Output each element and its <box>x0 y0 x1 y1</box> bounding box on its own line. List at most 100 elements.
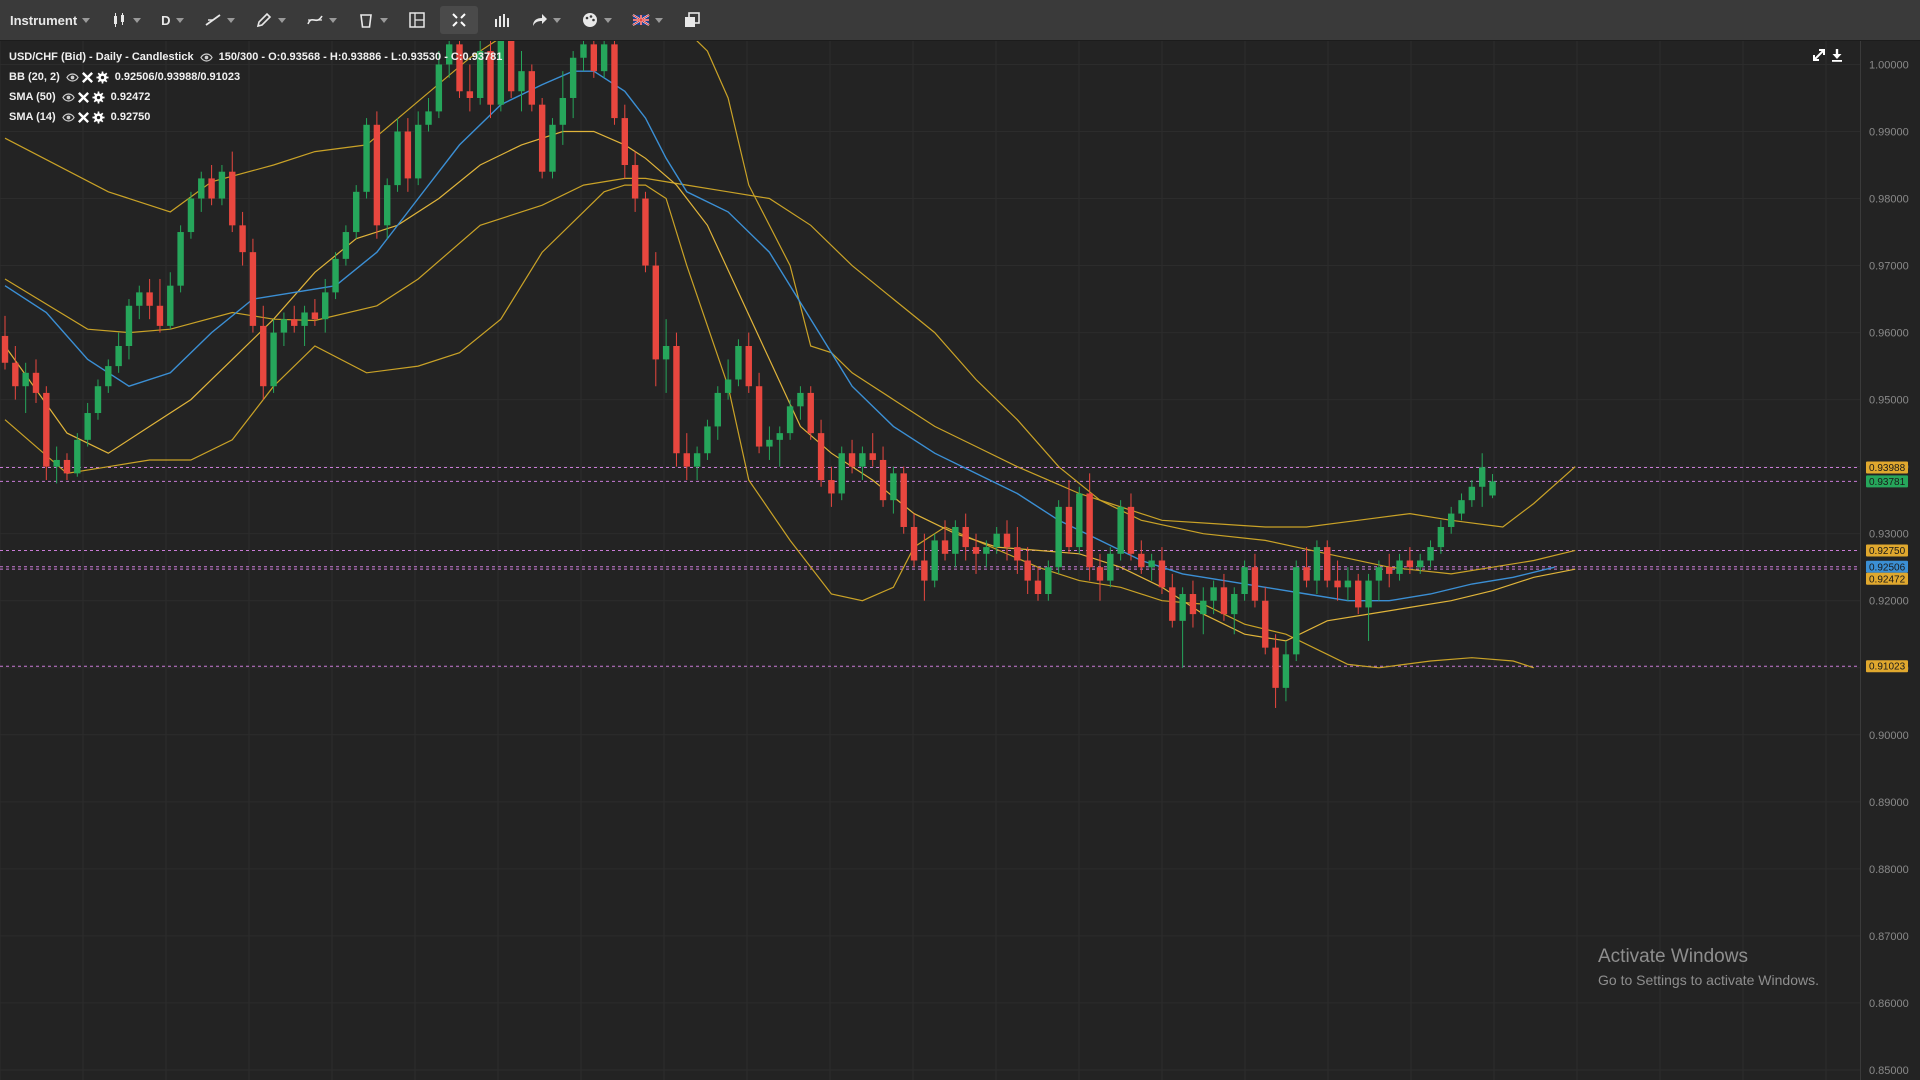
download-icon[interactable] <box>1830 48 1844 62</box>
layout-button[interactable] <box>398 0 436 40</box>
candle-body <box>1055 506 1062 568</box>
candle <box>1 315 9 370</box>
price-axis-badges: 0.93988 0.93781 0.92750 0.925060.92472 0.910… <box>1866 461 1908 673</box>
indicator-lines <box>4 41 1576 669</box>
candle <box>735 339 742 387</box>
candle <box>208 165 215 206</box>
candle-body <box>538 104 546 172</box>
candle-body <box>270 332 277 387</box>
language-dropdown[interactable] <box>622 0 673 40</box>
candle <box>229 151 236 233</box>
candle-body <box>373 124 381 226</box>
candle-body <box>735 345 742 380</box>
candle <box>642 191 649 273</box>
delete-tool[interactable] <box>347 0 398 40</box>
price-axis[interactable]: 1.00000 0.99000 0.98000 0.97000 0.96000 0.950… <box>1860 41 1920 1080</box>
candle <box>1365 573 1372 641</box>
candle <box>22 362 29 414</box>
candle <box>239 211 246 266</box>
candle <box>1468 480 1476 507</box>
candle-body <box>1458 500 1465 514</box>
candle <box>394 118 401 192</box>
eye-icon[interactable] <box>199 51 213 64</box>
volume-button[interactable] <box>482 0 520 40</box>
candle <box>1262 587 1269 655</box>
candle <box>1293 560 1300 662</box>
price-badge-label: 0.93781 <box>1869 477 1906 488</box>
candle-body <box>394 131 401 186</box>
detach-window-button[interactable] <box>673 0 711 40</box>
candle <box>167 272 174 330</box>
instrument-dropdown[interactable]: Instrument <box>0 0 100 40</box>
timeframe-dropdown[interactable]: D <box>151 0 193 40</box>
fullscreen-button[interactable] <box>439 6 478 34</box>
candle-body <box>1169 587 1176 621</box>
share-dropdown[interactable] <box>520 0 571 40</box>
legend-main-row: USD/CHF (Bid) - Daily - Candlestick 150/… <box>9 47 502 67</box>
trendline-tool[interactable] <box>194 0 245 40</box>
price-axis-label: 0.99000 <box>1869 126 1909 138</box>
candle-body <box>1313 547 1321 581</box>
candle <box>538 97 546 179</box>
close-icon[interactable] <box>81 71 94 84</box>
chart-type-dropdown[interactable] <box>100 0 151 40</box>
candle <box>559 71 567 145</box>
candle <box>198 171 205 212</box>
candle-body <box>415 124 422 179</box>
legend-visibility-toggle[interactable] <box>199 51 213 64</box>
candle-body <box>1355 580 1362 608</box>
toolbar: Instrument D <box>0 0 1920 41</box>
chevron-down-icon <box>175 17 184 23</box>
candle-body <box>198 178 205 199</box>
candle-body <box>115 345 122 367</box>
legend-indicator-bb: BB (20, 2) 0.92506/0.93988/0.91023 <box>9 67 502 87</box>
candle-body <box>559 97 567 125</box>
chart-legend: USD/CHF (Bid) - Daily - Candlestick 150/… <box>9 47 502 127</box>
candle <box>797 386 804 420</box>
price-axis-label: 0.93000 <box>1869 529 1909 541</box>
close-icon[interactable] <box>77 111 90 124</box>
candle <box>1065 480 1073 554</box>
window-detach-icon <box>683 11 701 29</box>
windows-activation-watermark: Activate Windows Go to Settings to activ… <box>1598 946 1819 988</box>
candle-body <box>332 258 339 293</box>
candle <box>869 433 876 467</box>
candle-body <box>322 292 329 320</box>
gear-icon[interactable] <box>92 90 105 104</box>
legend-indicator-value: 0.92506/0.93988/0.91023 <box>114 71 241 83</box>
candle-body <box>1375 567 1383 581</box>
candle <box>766 426 773 460</box>
chevron-down-icon <box>603 17 612 23</box>
eye-icon[interactable] <box>61 91 75 104</box>
expand-icon[interactable] <box>1812 48 1826 62</box>
fullscreen-icon <box>450 11 468 29</box>
candle-body <box>1344 580 1352 588</box>
crossline-icon <box>306 11 324 29</box>
gear-icon[interactable] <box>92 110 105 124</box>
eye-icon[interactable] <box>65 71 79 84</box>
legend-indicator-tools <box>61 90 105 104</box>
eye-icon[interactable] <box>61 111 75 124</box>
crossline-tool[interactable] <box>296 0 347 40</box>
candle-body <box>1220 587 1228 615</box>
draw-tool[interactable] <box>245 0 296 40</box>
candle-body <box>1386 567 1393 574</box>
candle-body <box>291 319 298 326</box>
watermark-subtitle: Go to Settings to activate Windows. <box>1598 972 1819 988</box>
candle <box>693 446 701 481</box>
candle <box>879 446 887 507</box>
theme-dropdown[interactable] <box>571 0 622 40</box>
candle <box>115 332 122 373</box>
close-icon[interactable] <box>77 91 90 104</box>
candle-body <box>817 433 825 481</box>
candle <box>807 386 814 440</box>
candle-body <box>900 473 907 527</box>
price-chart[interactable] <box>0 41 1860 1080</box>
candle-body <box>84 413 91 440</box>
candle-body <box>621 118 628 166</box>
candle-body <box>890 473 897 501</box>
candle <box>528 64 536 112</box>
gear-icon[interactable] <box>96 70 109 84</box>
language-flag-icon <box>632 11 650 29</box>
candle-body <box>549 124 556 172</box>
